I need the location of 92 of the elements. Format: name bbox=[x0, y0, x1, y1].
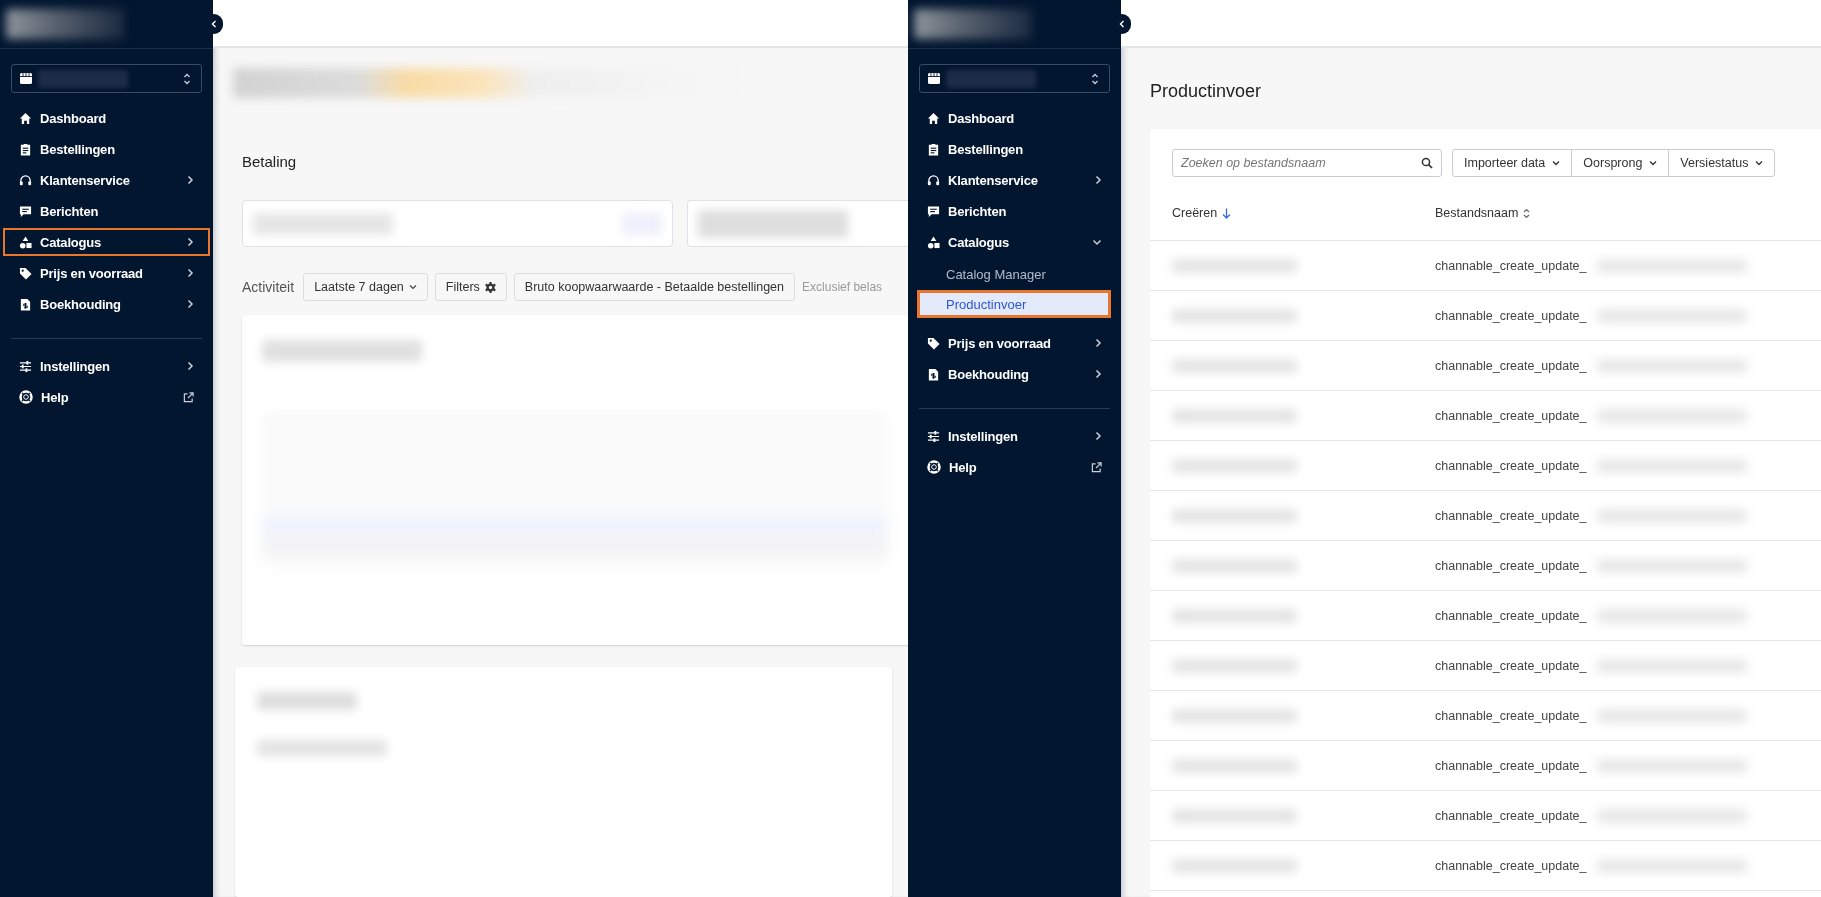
sidebar-item[interactable]: Bestellingen bbox=[3, 135, 210, 163]
sidebar-item[interactable]: Instellingen bbox=[911, 422, 1118, 450]
chevron-right-icon bbox=[186, 361, 194, 371]
chevron-left-icon bbox=[1119, 20, 1125, 28]
column-header[interactable]: Bestandsnaam bbox=[1435, 206, 1531, 220]
chat-icon bbox=[927, 204, 940, 218]
clipboard-icon bbox=[19, 142, 32, 156]
gear-icon bbox=[484, 281, 496, 293]
sidebar-item[interactable]: Help bbox=[911, 453, 1118, 481]
chevron-down-icon bbox=[1092, 238, 1102, 246]
chevron-right-icon bbox=[1094, 338, 1102, 348]
sidebar-item[interactable]: Boekhouding bbox=[3, 290, 210, 318]
chevron-right-icon bbox=[186, 237, 194, 247]
chevron-right-icon bbox=[186, 175, 194, 185]
chevron-right-icon bbox=[1094, 369, 1102, 379]
external-link-icon bbox=[1091, 461, 1102, 473]
filter-button[interactable]: Laatste 7 dagen bbox=[303, 273, 428, 301]
table-cell: channable_create_update_ bbox=[1435, 458, 1587, 473]
tag-icon bbox=[19, 266, 32, 280]
sidebar-item[interactable]: Catalogus bbox=[911, 228, 1118, 256]
sidebar-item[interactable]: Berichten bbox=[911, 197, 1118, 225]
sidebar-item[interactable]: Catalogus bbox=[3, 228, 210, 256]
chevron-down-icon bbox=[1552, 160, 1561, 166]
filter-button[interactable]: Bruto koopwaarwaarde - Betaalde bestellingen bbox=[513, 273, 796, 301]
headset-icon bbox=[927, 173, 940, 187]
store-icon bbox=[928, 73, 940, 84]
store-icon bbox=[20, 73, 32, 84]
sidebar-item[interactable]: Prijs en voorraad bbox=[3, 259, 210, 287]
chevron-down-icon bbox=[1649, 160, 1658, 166]
sidebar-subitem[interactable]: Productinvoer bbox=[917, 290, 1111, 318]
chevron-right-icon bbox=[1094, 175, 1102, 185]
invoice-icon bbox=[19, 297, 32, 311]
sidebar-item[interactable]: Berichten bbox=[3, 197, 210, 225]
table-cell: channable_create_update_ bbox=[1435, 708, 1587, 723]
filter-dropdown[interactable]: Importeer data bbox=[1452, 149, 1573, 177]
sort-icon bbox=[1523, 207, 1531, 219]
sidebar-item[interactable]: Prijs en voorraad bbox=[911, 329, 1118, 357]
sidebar-subitem[interactable]: Catalog Manager bbox=[917, 260, 1111, 288]
chevron-down-icon bbox=[408, 284, 417, 290]
table-cell: channable_create_update_ bbox=[1435, 808, 1587, 823]
up-down-chevron-icon bbox=[1091, 72, 1099, 85]
chevron-left-icon bbox=[211, 20, 217, 28]
sidebar-item[interactable]: Dashboard bbox=[3, 104, 210, 132]
headset-icon bbox=[19, 173, 32, 187]
sidebar-item[interactable]: Dashboard bbox=[911, 104, 1118, 132]
filter-button[interactable]: Filters bbox=[434, 273, 507, 301]
table-cell: channable_create_update_ bbox=[1435, 358, 1587, 373]
page-title: Productinvoer bbox=[1150, 81, 1263, 103]
table-cell: channable_create_update_ bbox=[1435, 508, 1587, 523]
chevron-right-icon bbox=[186, 299, 194, 309]
tag-icon bbox=[927, 336, 940, 350]
sidebar-item[interactable]: Help bbox=[3, 383, 210, 411]
search-field[interactable]: Zoeken op bestandsnaam bbox=[1172, 149, 1442, 177]
chevron-right-icon bbox=[186, 268, 194, 278]
section-title: Betaling bbox=[242, 153, 298, 170]
lifebuoy-icon bbox=[927, 460, 941, 474]
sidebar-item[interactable]: Bestellingen bbox=[911, 135, 1118, 163]
table-cell: channable_create_update_ bbox=[1435, 858, 1587, 873]
activity-label: Activiteit bbox=[242, 279, 295, 295]
store-switcher[interactable] bbox=[919, 64, 1110, 93]
filter-dropdown[interactable]: Versiestatus bbox=[1668, 149, 1776, 177]
table-cell: channable_create_update_ bbox=[1435, 608, 1587, 623]
sidebar-item[interactable]: Instellingen bbox=[3, 352, 210, 380]
filter-dropdown[interactable]: Oorsprong bbox=[1571, 149, 1670, 177]
shapes-icon bbox=[927, 235, 940, 249]
activity-note: Exclusief belas bbox=[802, 280, 883, 294]
chat-icon bbox=[19, 204, 32, 218]
home-icon bbox=[19, 111, 32, 125]
store-switcher[interactable] bbox=[11, 64, 202, 93]
external-link-icon bbox=[183, 391, 194, 403]
search-icon bbox=[1421, 157, 1433, 169]
clipboard-icon bbox=[927, 142, 940, 156]
sliders-icon bbox=[19, 359, 32, 373]
invoice-icon bbox=[927, 367, 940, 381]
table-cell: channable_create_update_ bbox=[1435, 308, 1587, 323]
home-icon bbox=[927, 111, 940, 125]
sidebar-item[interactable]: Boekhouding bbox=[911, 360, 1118, 388]
up-down-chevron-icon bbox=[183, 72, 191, 85]
table-cell: channable_create_update_ bbox=[1435, 558, 1587, 573]
table-cell: channable_create_update_ bbox=[1435, 758, 1587, 773]
table-cell: channable_create_update_ bbox=[1435, 658, 1587, 673]
sort-down-icon bbox=[1222, 207, 1232, 219]
chevron-right-icon bbox=[1094, 431, 1102, 441]
sidebar-item[interactable]: Klantenservice bbox=[3, 166, 210, 194]
sliders-icon bbox=[927, 429, 940, 443]
chevron-down-icon bbox=[1755, 160, 1764, 166]
sidebar-item[interactable]: Klantenservice bbox=[911, 166, 1118, 194]
lifebuoy-icon bbox=[19, 390, 33, 404]
table-cell: channable_create_update_ bbox=[1435, 408, 1587, 423]
table-cell: channable_create_update_ bbox=[1435, 258, 1587, 273]
column-header[interactable]: Creëren bbox=[1150, 206, 1435, 220]
shapes-icon bbox=[19, 235, 32, 249]
